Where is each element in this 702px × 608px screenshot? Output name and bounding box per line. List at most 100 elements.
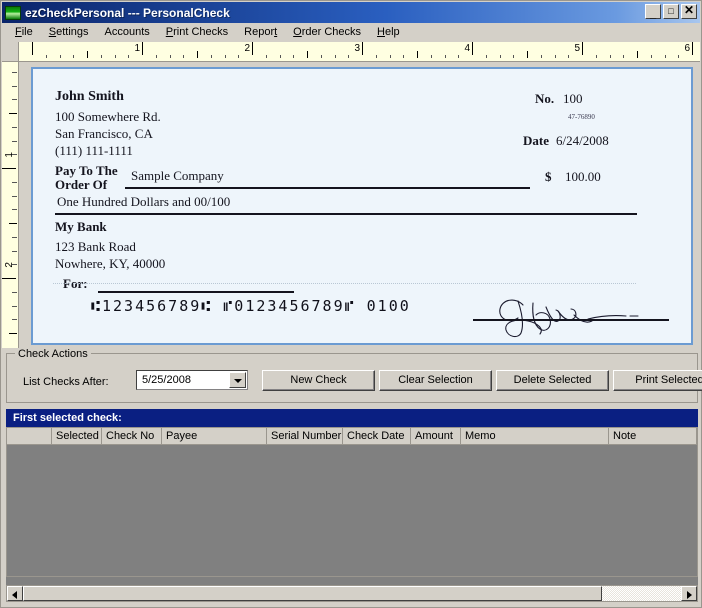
- ruler-label: 2: [244, 43, 252, 54]
- ruler-tick: [170, 55, 171, 58]
- ruler-tick: [665, 55, 666, 58]
- title-bar: ezCheckPersonal --- PersonalCheck _ □ ✕: [2, 2, 700, 23]
- ruler-tick: [376, 55, 377, 58]
- column-header-check-date[interactable]: Check Date: [343, 428, 411, 444]
- ruler-tick: [32, 42, 33, 55]
- column-header-memo[interactable]: Memo: [461, 428, 609, 444]
- amount-in-words[interactable]: One Hundred Dollars and 00/100: [57, 194, 230, 210]
- new-check-button[interactable]: New Check: [262, 370, 375, 391]
- ruler-label: 6: [684, 43, 692, 54]
- ruler-tick: [9, 333, 17, 334]
- payer-address-2[interactable]: San Francisco, CA: [55, 126, 153, 142]
- list-checks-after-combo[interactable]: 5/25/2008: [136, 370, 248, 390]
- amount-words-rule: [55, 213, 637, 215]
- payer-phone[interactable]: (111) 111-1111: [55, 143, 133, 159]
- ruler-tick: [2, 278, 16, 279]
- bank-address-2[interactable]: Nowhere, KY, 40000: [55, 256, 165, 272]
- ruler-tick: [156, 55, 157, 58]
- micr-line: ⑆123456789⑆ ⑈0123456789⑈ 0100: [91, 297, 411, 315]
- ruler-tick: [596, 55, 597, 58]
- perforation-guide: [53, 283, 637, 284]
- print-selected-button[interactable]: Print Selected: [613, 370, 702, 391]
- ruler-tick: [500, 55, 501, 58]
- ruler-tick: [623, 55, 624, 58]
- ruler-label: 5: [574, 43, 582, 54]
- ruler-tick: [348, 55, 349, 58]
- ruler-tick: [445, 55, 446, 58]
- column-header-note[interactable]: Note: [609, 428, 697, 444]
- scroll-left-icon[interactable]: [7, 586, 23, 601]
- app-check-icon: [5, 6, 21, 20]
- ruler-tick: [280, 55, 281, 58]
- ruler-tick: [142, 42, 143, 55]
- maximize-button[interactable]: □: [663, 4, 679, 19]
- scroll-right-icon[interactable]: [681, 586, 697, 601]
- scrollbar-thumb[interactable]: [23, 586, 602, 601]
- date-label: Date: [523, 133, 549, 149]
- menu-item-file[interactable]: File: [7, 24, 41, 40]
- chevron-down-icon[interactable]: [229, 372, 246, 388]
- ruler-label: 2: [4, 262, 15, 268]
- memo-rule: [98, 291, 294, 293]
- bank-address-1[interactable]: 123 Bank Road: [55, 239, 136, 255]
- column-header-check-no[interactable]: Check No: [102, 428, 162, 444]
- menu-item-report[interactable]: Report: [236, 24, 285, 40]
- scrollbar-track[interactable]: [23, 586, 681, 601]
- ruler-tick: [541, 55, 542, 58]
- close-button[interactable]: ✕: [681, 4, 697, 19]
- payee-rule: [125, 187, 530, 189]
- menu-item-settings[interactable]: Settings: [41, 24, 97, 40]
- ruler-tick: [513, 55, 514, 58]
- clear-selection-button[interactable]: Clear Selection: [379, 370, 492, 391]
- menu-item-help[interactable]: Help: [369, 24, 408, 40]
- ruler-tick: [458, 55, 459, 58]
- signature-mark[interactable]: [488, 291, 648, 339]
- menu-bar: FileSettingsAccountsPrint ChecksReportOr…: [2, 23, 700, 42]
- check-document[interactable]: John Smith 100 Somewhere Rd. San Francis…: [31, 67, 693, 345]
- column-header-payee[interactable]: Payee: [162, 428, 267, 444]
- payer-name[interactable]: John Smith: [55, 89, 124, 105]
- menu-item-accounts[interactable]: Accounts: [97, 24, 158, 40]
- ruler-tick: [582, 42, 583, 55]
- table-body[interactable]: [7, 445, 697, 576]
- list-checks-after-label: List Checks After:: [23, 376, 109, 388]
- ruler-tick: [321, 55, 322, 58]
- menu-item-print-checks[interactable]: Print Checks: [158, 24, 236, 40]
- delete-selected-button[interactable]: Delete Selected: [496, 370, 609, 391]
- window-controls: _ □ ✕: [645, 4, 697, 19]
- amount-value[interactable]: 100.00: [565, 169, 601, 185]
- vertical-ruler: 12: [2, 62, 19, 348]
- ruler-tick: [431, 55, 432, 58]
- check-canvas[interactable]: John Smith 100 Somewhere Rd. San Francis…: [19, 62, 700, 348]
- first-selected-check-bar: First selected check:: [6, 409, 698, 427]
- routing-fraction: 47-76890: [568, 113, 595, 121]
- check-number-label: No.: [535, 91, 554, 107]
- ruler-tick: [12, 196, 17, 197]
- minimize-button[interactable]: _: [645, 4, 661, 19]
- column-header-amount[interactable]: Amount: [411, 428, 461, 444]
- ruler-tick: [12, 209, 17, 210]
- ruler-tick: [87, 51, 88, 58]
- ruler-tick: [486, 55, 487, 58]
- bank-name[interactable]: My Bank: [55, 219, 107, 235]
- column-header-rowselector[interactable]: [7, 428, 52, 444]
- payee-name[interactable]: Sample Company: [131, 168, 224, 184]
- ruler-tick: [12, 251, 17, 252]
- horizontal-scrollbar[interactable]: [6, 585, 698, 602]
- ruler-tick: [417, 51, 418, 58]
- ruler-tick: [101, 55, 102, 58]
- column-header-selected[interactable]: Selected: [52, 428, 102, 444]
- date-value[interactable]: 6/24/2008: [556, 133, 609, 149]
- ruler-tick: [12, 72, 17, 73]
- ruler-tick: [12, 182, 17, 183]
- menu-item-order-checks[interactable]: Order Checks: [285, 24, 369, 40]
- ruler-label: 4: [464, 43, 472, 54]
- ruler-tick: [568, 55, 569, 58]
- check-number-value[interactable]: 100: [563, 91, 583, 107]
- check-actions-group: Check Actions List Checks After: 5/25/20…: [6, 353, 698, 403]
- payer-address-1[interactable]: 100 Somewhere Rd.: [55, 109, 161, 125]
- ruler-tick: [12, 319, 17, 320]
- column-header-serial-number[interactable]: Serial Number: [267, 428, 343, 444]
- pay-to-label-line2: Order Of: [55, 177, 107, 193]
- checks-table[interactable]: SelectedCheck NoPayeeSerial NumberCheck …: [6, 427, 698, 577]
